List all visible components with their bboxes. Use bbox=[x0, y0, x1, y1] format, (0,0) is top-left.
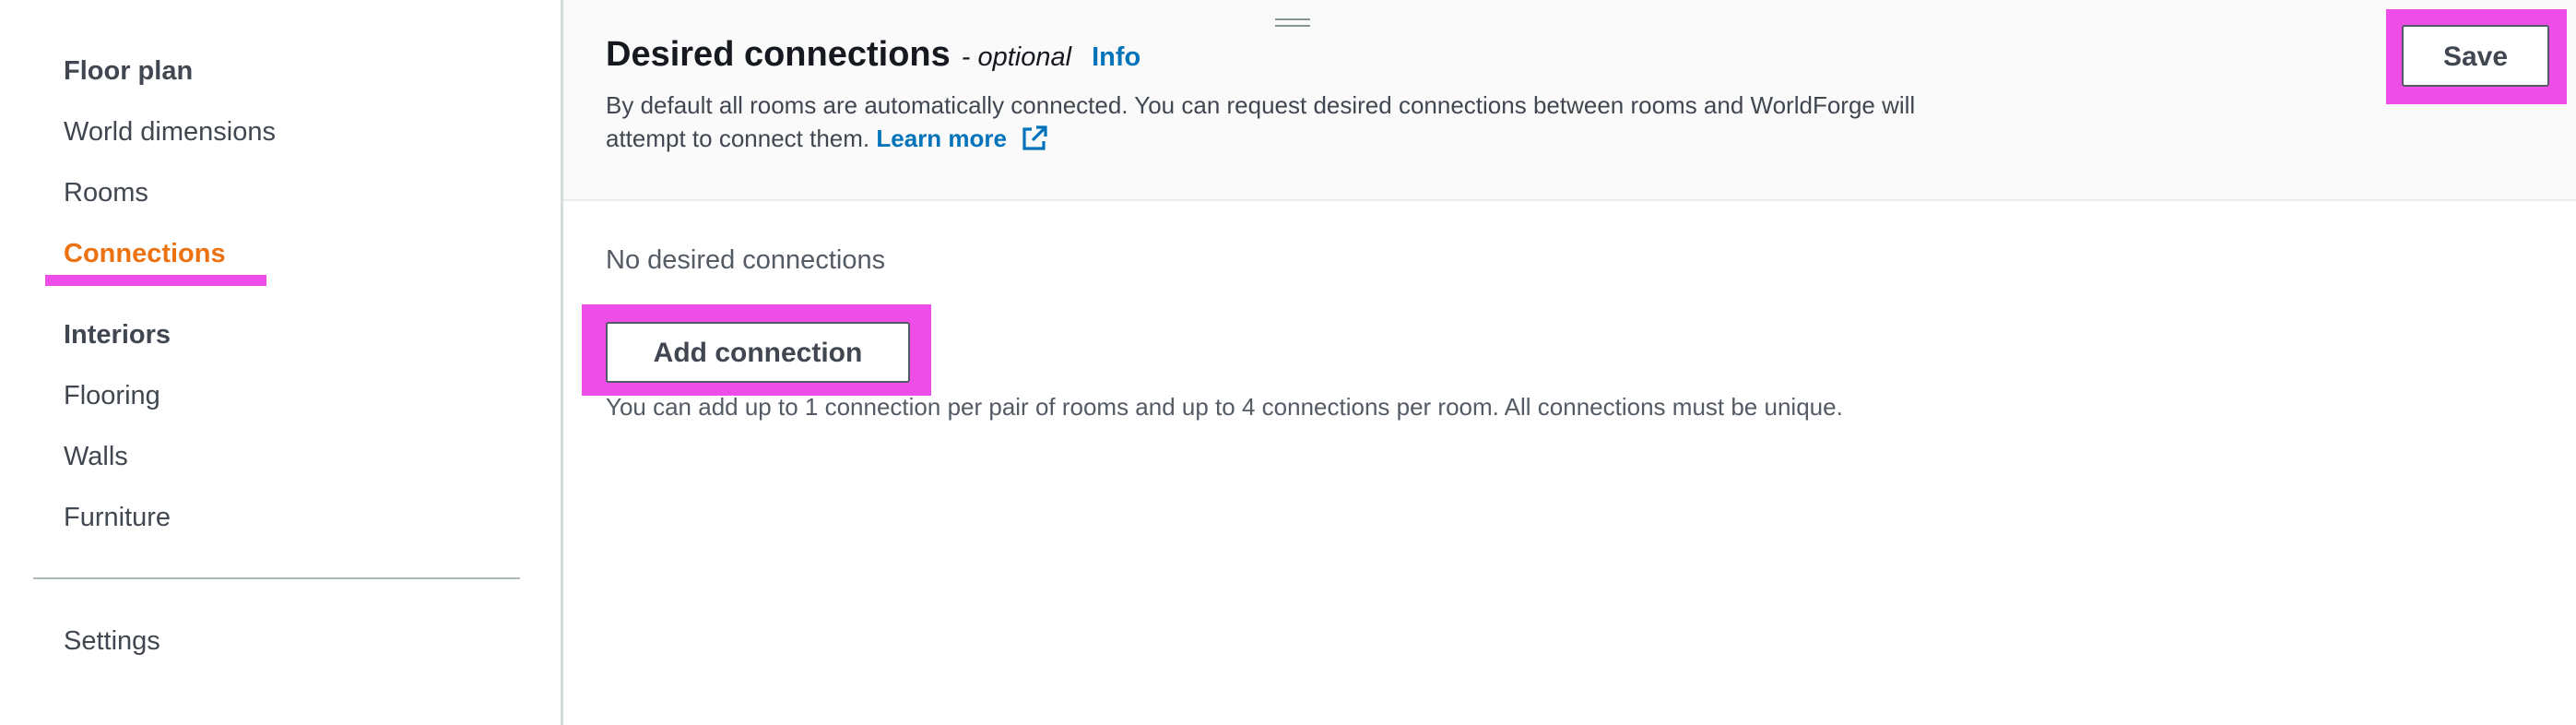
sidebar-divider bbox=[33, 577, 520, 579]
main-panel: Desired connections - optional Info By d… bbox=[563, 0, 2576, 725]
add-connection-button[interactable]: Add connection bbox=[606, 322, 910, 383]
sidebar-item-connections[interactable]: Connections bbox=[64, 237, 226, 270]
sidebar-item-flooring[interactable]: Flooring bbox=[64, 379, 160, 412]
sidebar-heading-interiors: Interiors bbox=[64, 320, 171, 350]
sidebar-item-walls[interactable]: Walls bbox=[64, 440, 128, 473]
page-title: Desired connections bbox=[606, 35, 951, 74]
sidebar-item-world-dimensions[interactable]: World dimensions bbox=[64, 115, 276, 149]
sidebar-item-settings[interactable]: Settings bbox=[64, 624, 160, 658]
connections-hint: You can add up to 1 connection per pair … bbox=[606, 393, 1843, 421]
header-description: By default all rooms are automatically c… bbox=[606, 89, 1989, 160]
external-link-icon[interactable] bbox=[1021, 125, 1048, 160]
description-text: By default all rooms are automatically c… bbox=[606, 91, 1916, 152]
sidebar-item-furniture[interactable]: Furniture bbox=[64, 501, 171, 534]
panel-header: Desired connections - optional Info By d… bbox=[563, 0, 2576, 201]
drag-handle-icon[interactable] bbox=[1275, 18, 1310, 28]
sidebar-item-rooms[interactable]: Rooms bbox=[64, 176, 148, 209]
info-link[interactable]: Info bbox=[1092, 42, 1140, 73]
title-row: Desired connections - optional Info bbox=[606, 35, 1140, 75]
optional-label: - optional bbox=[961, 42, 1072, 72]
active-item-underline bbox=[45, 275, 266, 286]
learn-more-link[interactable]: Learn more bbox=[876, 125, 1007, 152]
empty-state-text: No desired connections bbox=[606, 245, 886, 275]
sidebar-heading-floor-plan: Floor plan bbox=[64, 56, 194, 86]
sidebar: Floor plan World dimensions Rooms Connec… bbox=[0, 0, 561, 725]
save-button[interactable]: Save bbox=[2402, 25, 2549, 87]
app-window: Floor plan World dimensions Rooms Connec… bbox=[0, 0, 2576, 725]
